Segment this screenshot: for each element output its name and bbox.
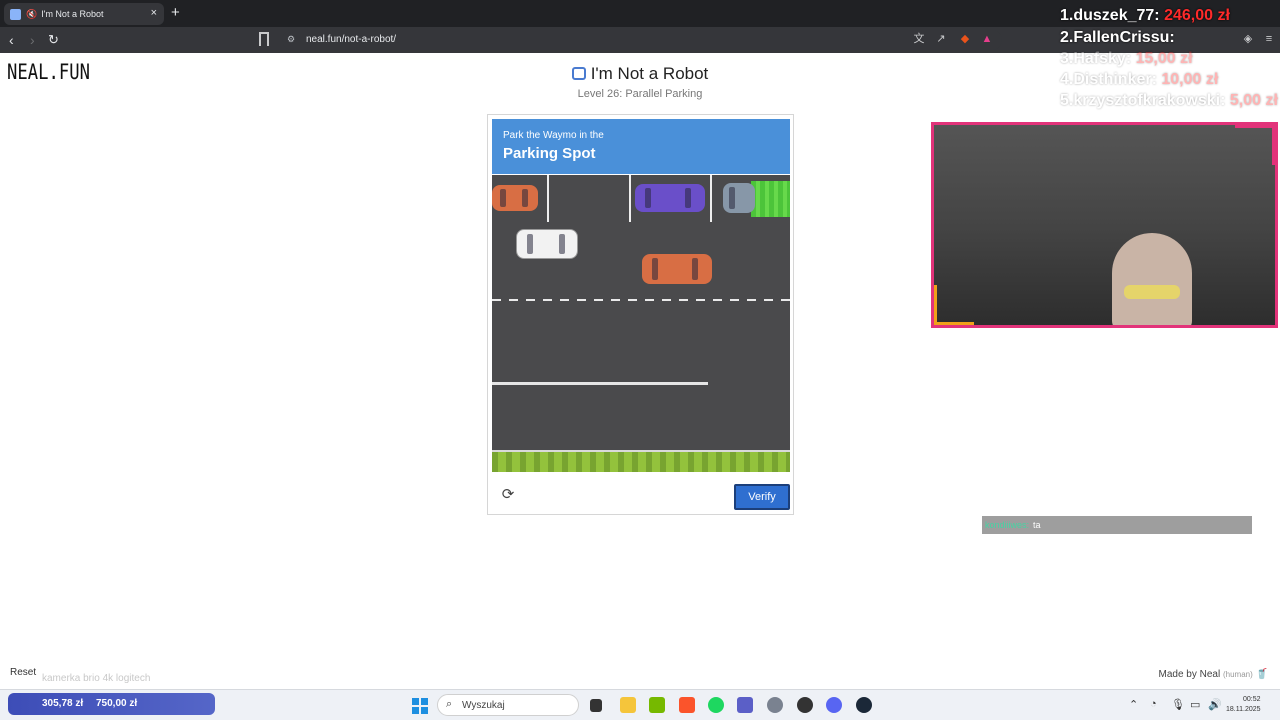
- tab-title: I'm Not a Robot: [41, 9, 104, 19]
- lane-marking: [492, 382, 708, 385]
- donation-row: 4.Disthinker: 10,00 zł: [1060, 71, 1219, 88]
- parking-line: [629, 175, 631, 222]
- brave-browser-icon[interactable]: [679, 697, 695, 713]
- screen: 🔇 I'm Not a Robot × + ‹ › ↻ ⚙ neal.fun/n…: [0, 0, 1280, 720]
- menu-icon[interactable]: ≡: [1262, 32, 1276, 46]
- task-view-icon[interactable]: [590, 699, 602, 712]
- chat-message: kondiiiwes: ta: [982, 516, 1252, 534]
- reset-button[interactable]: Reset: [10, 667, 36, 678]
- robot-icon: [571, 67, 586, 80]
- volume-icon[interactable]: 🔊: [1208, 698, 1222, 711]
- clock-time: 00:52: [1242, 696, 1261, 703]
- donation-row: 5.krzysztofkrakowski: 5,00 zł: [1060, 92, 1278, 109]
- reload-icon[interactable]: ↻: [48, 31, 59, 49]
- settings-icon[interactable]: [767, 697, 783, 713]
- frame-corner: [1235, 125, 1275, 165]
- search-icon: ⌕: [446, 698, 453, 710]
- parking-line: [547, 175, 549, 222]
- tray-app-icon[interactable]: ◔: [1150, 698, 1157, 710]
- microphone-icon[interactable]: 🎙: [1171, 698, 1185, 711]
- webcam-background: [934, 125, 1275, 325]
- target-parking-spot: [751, 181, 790, 217]
- captcha-header: Park the Waymo in the Parking Spot: [492, 119, 790, 174]
- file-explorer-icon[interactable]: [620, 697, 636, 713]
- muted-speaker-icon[interactable]: 🔇: [26, 9, 37, 20]
- site-favicon-icon: [10, 8, 21, 20]
- back-icon[interactable]: ‹: [9, 31, 14, 49]
- webcam-caption: kamerka brio 4k logitech: [42, 673, 151, 684]
- chat-user: kondiiiwes:: [985, 520, 1030, 530]
- close-tab-icon[interactable]: ×: [151, 7, 157, 19]
- steam-icon[interactable]: [856, 697, 872, 713]
- lane-divider: [492, 299, 790, 301]
- address-url[interactable]: neal.fun/not-a-robot/: [306, 34, 396, 45]
- page-title-text: I'm Not a Robot: [590, 64, 709, 83]
- taskbar-search[interactable]: ⌕ Wyszukaj: [437, 694, 579, 716]
- new-tab-button[interactable]: +: [171, 4, 180, 21]
- captcha-footer: ⟳ Verify: [492, 479, 790, 513]
- goal-current: 305,78 zł: [42, 698, 84, 709]
- waymo-car[interactable]: [516, 229, 578, 259]
- start-icon[interactable]: [412, 698, 428, 714]
- streamer: [1112, 233, 1192, 325]
- parked-car: [723, 183, 755, 213]
- chat-text: ta: [1033, 520, 1041, 530]
- discord-icon[interactable]: [826, 697, 842, 713]
- moving-car: [642, 254, 712, 284]
- system-clock[interactable]: 00:52 18.11.2025: [1226, 695, 1261, 715]
- captcha-instruction: Park the Waymo in the: [503, 130, 604, 141]
- goal-target: 750,00 zł: [96, 698, 138, 709]
- captcha-target: Parking Spot: [503, 145, 596, 162]
- brave-shield-icon[interactable]: ◆: [958, 32, 972, 46]
- parking-game-canvas[interactable]: [492, 175, 790, 472]
- nvidia-icon[interactable]: [649, 697, 665, 713]
- forward-icon[interactable]: ›: [30, 31, 35, 49]
- tray-overflow-icon[interactable]: ⌃: [1129, 698, 1138, 711]
- network-icon[interactable]: ▭: [1190, 698, 1200, 711]
- verify-button[interactable]: Verify: [734, 484, 790, 510]
- bookmark-icon[interactable]: [259, 32, 269, 46]
- streamer-glasses: [1124, 285, 1180, 299]
- parked-car: [492, 185, 538, 211]
- frame-corner: [934, 285, 974, 325]
- obs-icon[interactable]: [797, 697, 813, 713]
- made-by[interactable]: Made by Neal (human) 🥤: [1158, 669, 1268, 680]
- donation-row: 2.FallenCrissu:: [1060, 29, 1175, 46]
- search-placeholder: Wyszukaj: [462, 700, 505, 711]
- drink-icon: 🥤: [1255, 669, 1268, 680]
- browser-tab[interactable]: 🔇 I'm Not a Robot ×: [4, 3, 164, 25]
- brave-rewards-icon[interactable]: ▲: [980, 32, 994, 46]
- vpn-icon[interactable]: ◈: [1241, 32, 1255, 46]
- teams-icon[interactable]: [737, 697, 753, 713]
- made-by-note: (human): [1222, 670, 1253, 679]
- parked-car: [635, 184, 705, 212]
- clock-date: 18.11.2025: [1226, 706, 1261, 713]
- address-bar[interactable]: ⚙ neal.fun/not-a-robot/: [282, 30, 1002, 50]
- made-by-text: Made by Neal: [1158, 669, 1221, 680]
- refresh-icon[interactable]: ⟳: [500, 487, 516, 503]
- spotify-icon[interactable]: [708, 697, 724, 713]
- donation-goal-bar: 305,78 zł 750,00 zł: [8, 693, 215, 715]
- site-info-icon[interactable]: ⚙: [287, 34, 295, 45]
- donation-row: 3.Hafsky: 15,00 zł: [1060, 50, 1193, 67]
- donation-row: 1.duszek_77: 246,00 zł: [1060, 7, 1230, 24]
- translate-icon[interactable]: 文: [912, 32, 926, 46]
- grass-texture: [492, 452, 790, 472]
- parking-line: [710, 175, 712, 222]
- webcam-overlay: [931, 122, 1278, 328]
- share-icon[interactable]: ↗: [934, 32, 948, 46]
- captcha-widget: Park the Waymo in the Parking Spot ⟳ Ver…: [487, 114, 794, 515]
